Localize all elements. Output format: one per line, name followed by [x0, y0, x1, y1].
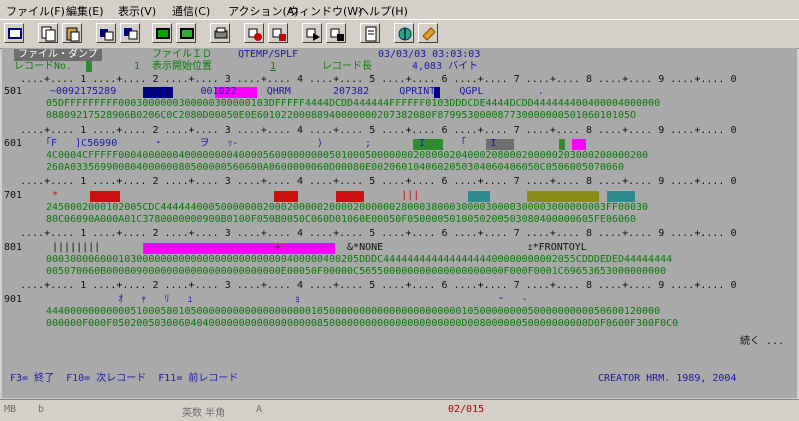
record-stop-icon[interactable]: [268, 23, 288, 43]
play-stop-icon[interactable]: [326, 23, 346, 43]
clipboard-icon[interactable]: [96, 23, 116, 43]
display-start-value[interactable]: 1: [270, 61, 276, 73]
hex-line: 2450002000102005CDC444444000500000002000…: [46, 202, 649, 213]
hex-line: 4440000000000051000580105000000000000000…: [46, 306, 661, 317]
more-indicator: 続く ...: [740, 336, 785, 347]
copy-icon[interactable]: [38, 23, 58, 43]
record-len-label: レコード長: [322, 61, 372, 72]
block-pos: 801: [4, 242, 23, 253]
cursor: [86, 61, 92, 72]
display-icon[interactable]: [152, 23, 172, 43]
datetime: 03/03/03 03:03:03: [378, 49, 481, 60]
menu-comm[interactable]: 通信(C): [172, 3, 210, 19]
status-bar: MB b 英数 半角 A 02/015: [0, 399, 799, 421]
menu-edit[interactable]: 編集(E): [66, 3, 104, 19]
menu-view[interactable]: 表示(V): [118, 3, 156, 19]
status-ime: 英数 半角: [182, 408, 226, 419]
function-keys: F3= 終了 F10= 次レコード F11= 前レコード: [10, 373, 239, 384]
play-icon[interactable]: [302, 23, 322, 43]
hex-line: 80C06090A000A01C3780000000900B0100F050B0…: [46, 214, 637, 225]
char-line: ~0092175289 001022 QHRM 207382 QPRINT QG…: [50, 86, 544, 97]
ruler: ....+.... 1 ....+.... 2 ....+.... 3 ....…: [14, 228, 737, 239]
menu-window[interactable]: ウィンドウ(W): [288, 3, 362, 19]
hex-line: 000000F000F05020050300604040000000000000…: [46, 318, 679, 329]
file-id-label: ファイルＩＤ: [152, 49, 212, 60]
status-a: A: [256, 404, 263, 415]
block-pos: 501: [4, 86, 23, 97]
ruler: ....+.... 1 ....+.... 2 ....+.... 3 ....…: [14, 74, 737, 85]
status-mode: MB: [4, 404, 17, 415]
screen-icon[interactable]: [120, 23, 140, 43]
menu-bar: ファイル(F) 編集(E) 表示(V) 通信(C) アクション(A) ウィンドウ…: [0, 0, 799, 18]
char-line: |||||||| + &*NONE ｪ*FRONTOYL: [46, 242, 623, 253]
hex-line: 05DFFFFFFFFF0003000000300000300000103DFF…: [46, 98, 661, 109]
hex-line: 4C0004CFFFFF0004000000400000000400005600…: [46, 150, 649, 161]
block-pos: 701: [4, 190, 23, 201]
paste-icon[interactable]: [62, 23, 82, 43]
status-b: b: [38, 404, 45, 415]
menu-file[interactable]: ファイル(F): [6, 3, 65, 19]
record-no-label: レコードNo.: [14, 61, 73, 72]
network-icon[interactable]: [394, 23, 414, 43]
record-no-value[interactable]: 1: [134, 61, 140, 73]
terminal-icon[interactable]: [4, 23, 24, 43]
monitor-icon[interactable]: [176, 23, 196, 43]
hex-line: 005070060B00080900000000000000000000000E…: [46, 266, 667, 277]
hex-line: 08809217528906B0206C0C2080D00050E0E60102…: [46, 110, 637, 121]
emulator-screen[interactable]: ファイル・ダンプ ファイルＩＤ QTEMP/SPLF 03/03/03 03:0…: [2, 48, 797, 398]
ruler: ....+.... 1 ....+.... 2 ....+.... 3 ....…: [14, 125, 737, 136]
page-title: ファイル・ダンプ: [14, 49, 102, 61]
record-icon[interactable]: [244, 23, 264, 43]
char-line: ｢F ]C56990 ・ ヲ ｯ- ) ; I ｢ I: [46, 138, 617, 149]
hex-line: 0003000060001030000000000000000000000000…: [46, 254, 673, 265]
printer-icon[interactable]: [210, 23, 230, 43]
record-len-value: 4,083 バイト: [412, 61, 479, 72]
ruler: ....+.... 1 ....+.... 2 ....+.... 3 ....…: [14, 176, 737, 187]
block-pos: 901: [4, 294, 23, 305]
block-pos: 601: [4, 138, 23, 149]
attr-block: [607, 191, 635, 202]
toolbar: [0, 19, 799, 49]
document-icon[interactable]: [360, 23, 380, 43]
status-page: 02/015: [448, 404, 485, 415]
copyright: CREATOR HRM. 1989, 2004: [598, 373, 737, 384]
menu-help[interactable]: ヘルプ(H): [358, 3, 408, 19]
ruler: ....+.... 1 ....+.... 2 ....+.... 3 ....…: [14, 280, 737, 291]
display-start-label: 表示開始位置: [152, 61, 212, 72]
hex-line: 260A03356990080400000080500000560600A060…: [46, 162, 624, 173]
tag-icon[interactable]: [418, 23, 438, 43]
char-line: * |||: [46, 190, 606, 201]
file-id-value: QTEMP/SPLF: [238, 49, 299, 60]
char-line: ｵ ｬ ﾘ ｭ ｮ ｰ -: [46, 294, 528, 305]
